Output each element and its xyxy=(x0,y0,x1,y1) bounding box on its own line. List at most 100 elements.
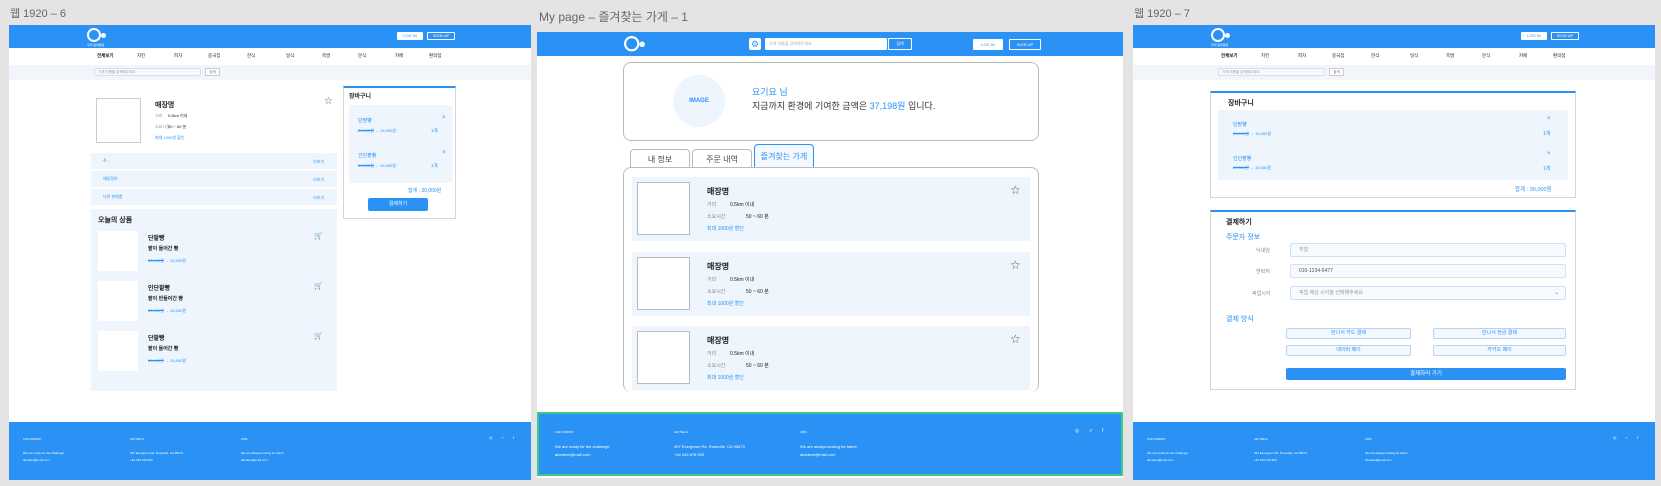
new-price: 15,000원 xyxy=(1255,131,1272,136)
new-price: 15,000원 xyxy=(1255,165,1272,170)
checkout-frame: 우리 동네빵집 LOG IN SIGN UP 전체보기 치킨 피자 중국집 한식… xyxy=(1133,25,1655,480)
go-to-payment-button[interactable]: 결제하러 가기 xyxy=(1286,368,1566,380)
cart-qty[interactable]: 1개 xyxy=(1543,165,1550,172)
cart-qty[interactable]: 1개 xyxy=(431,163,438,169)
login-button[interactable]: LOG IN xyxy=(397,32,423,40)
favorite-store-row[interactable] xyxy=(632,177,1030,241)
kakao-pay-button[interactable]: 카카오 페이 xyxy=(1433,345,1566,356)
nav-item[interactable]: 편의점 xyxy=(1553,53,1565,59)
remove-icon[interactable]: × xyxy=(442,115,446,121)
tab-my-info[interactable]: 내 정보 xyxy=(630,149,690,168)
nav-item[interactable]: 한식 xyxy=(1371,53,1379,59)
favorite-star-icon[interactable]: ☆ xyxy=(1010,259,1021,271)
search-button[interactable]: 검색 xyxy=(205,68,220,76)
product-image xyxy=(98,331,138,371)
cart-icon[interactable]: 🛒 xyxy=(314,233,323,240)
nav-item[interactable]: 피자 xyxy=(1298,53,1306,59)
pickup-time-select[interactable]: 픽업 예상 시각을 선택해주세요 ⌄ xyxy=(1290,286,1566,300)
instagram-icon[interactable]: ◎ xyxy=(1075,428,1079,434)
new-price: 15,000원 xyxy=(380,163,397,168)
nav-item[interactable]: 일식 xyxy=(1410,53,1418,59)
twitter-icon[interactable]: ✓ xyxy=(1625,435,1628,440)
nav-item[interactable]: 치킨 xyxy=(137,53,145,59)
nav-item[interactable]: 카페 xyxy=(395,53,403,59)
old-price: 20,000원 xyxy=(148,358,164,363)
discount-text: 최대 1000원 할인 xyxy=(155,135,185,140)
cart-title: 장바구니 xyxy=(349,94,372,100)
cart-icon[interactable]: 🛒 xyxy=(314,283,323,290)
price-arrow: → xyxy=(1250,165,1255,170)
search-button[interactable]: 검색 xyxy=(1329,68,1344,76)
price-arrow: → xyxy=(375,163,380,168)
twitter-icon[interactable]: ✓ xyxy=(501,435,504,440)
signup-button[interactable]: SIGN UP xyxy=(427,32,455,40)
remove-icon[interactable]: × xyxy=(1547,151,1551,157)
signup-button[interactable]: SIGN UP xyxy=(1009,39,1041,50)
old-price: 20,000원 xyxy=(358,128,374,133)
store-image xyxy=(637,257,690,310)
nav-item[interactable]: 족발 xyxy=(1446,53,1454,59)
nav-item[interactable]: 분식 xyxy=(1482,53,1490,59)
instagram-icon[interactable]: ◎ xyxy=(489,435,493,440)
info-row[interactable]: 매장정보 더보기 xyxy=(91,171,337,187)
product-name: 단팥빵 xyxy=(148,336,165,342)
checkout-button[interactable]: 결제하기 xyxy=(368,198,428,211)
nav-item[interactable]: 족발 xyxy=(322,53,330,59)
cart-qty[interactable]: 1개 xyxy=(1543,130,1550,137)
nav-item[interactable]: 편의점 xyxy=(429,53,441,59)
distance-label: 거리 xyxy=(155,113,163,118)
pay-card-button[interactable]: 만나서 카드 결제 xyxy=(1286,328,1411,339)
login-button[interactable]: LOG IN xyxy=(973,39,1003,50)
nav-item[interactable]: 한식 xyxy=(247,53,255,59)
facebook-icon[interactable]: f xyxy=(513,435,514,440)
nav-item[interactable]: 피자 xyxy=(174,53,182,59)
distance-value: 0.5km 이내 xyxy=(730,202,755,208)
cart-icon[interactable]: 🛒 xyxy=(314,333,323,340)
instagram-icon[interactable]: ◎ xyxy=(1613,435,1617,440)
naver-pay-button[interactable]: 네이버 페이 xyxy=(1286,345,1411,356)
favorite-star-icon[interactable]: ☆ xyxy=(1010,333,1021,345)
nav-item[interactable]: 분식 xyxy=(358,53,366,59)
signup-button[interactable]: SIGN UP xyxy=(1551,32,1579,40)
search-button[interactable]: 검색 xyxy=(888,38,912,50)
login-button[interactable]: LOG IN xyxy=(1521,32,1547,40)
tab-order-history[interactable]: 주문 내역 xyxy=(692,149,752,168)
settings-icon[interactable]: ⚙ xyxy=(749,38,761,50)
price-arrow: → xyxy=(165,358,170,363)
nav-item[interactable]: 전체보기 xyxy=(1221,53,1238,59)
avatar: IMAGE xyxy=(673,75,725,127)
price-arrow: → xyxy=(165,308,170,313)
nav-item[interactable]: 중국집 xyxy=(208,53,220,59)
info-row[interactable]: 주... 더보기 xyxy=(91,153,337,169)
time-value: 50 ~ 60 분 xyxy=(168,124,187,129)
pay-cash-button[interactable]: 만나서 현금 결제 xyxy=(1433,328,1566,339)
cart-qty[interactable]: 1개 xyxy=(431,128,438,134)
favorite-star-icon[interactable]: ☆ xyxy=(1010,184,1021,196)
store-image xyxy=(637,331,690,384)
info-row[interactable]: 다른 판매품 더보기 xyxy=(91,189,337,205)
remove-icon[interactable]: × xyxy=(442,150,446,156)
chevron-down-icon: ⌄ xyxy=(1553,290,1559,296)
price-arrow: → xyxy=(375,128,380,133)
nickname-field[interactable]: 쭈얼 xyxy=(1290,243,1566,257)
nav-item[interactable]: 일식 xyxy=(286,53,294,59)
distance-value: 0.5km 이내 xyxy=(730,351,755,357)
facebook-icon[interactable]: f xyxy=(1637,435,1638,440)
favorite-store-row[interactable] xyxy=(632,252,1030,316)
distance-value: 0.5km 이내 xyxy=(730,277,755,283)
phone-field[interactable]: 010-1234-6477 xyxy=(1290,264,1566,278)
nav-item[interactable]: 중국집 xyxy=(1332,53,1344,59)
remove-icon[interactable]: × xyxy=(1547,116,1551,122)
time-label: 소요시간 xyxy=(707,214,726,220)
nav-item[interactable]: 치킨 xyxy=(1261,53,1269,59)
tab-favorite-stores[interactable]: 즐겨찾는 가게 xyxy=(754,144,814,168)
nav-item[interactable]: 전체보기 xyxy=(97,53,114,59)
nav-item[interactable]: 카페 xyxy=(1519,53,1527,59)
facebook-icon[interactable]: f xyxy=(1102,428,1103,434)
search-input[interactable]: 가게 이름을 검색해주세요 xyxy=(765,38,887,50)
favorite-store-row[interactable] xyxy=(632,326,1030,390)
search-input[interactable]: 가게 이름을 검색해주세요 xyxy=(94,68,201,76)
twitter-icon[interactable]: ✓ xyxy=(1089,428,1093,434)
search-input[interactable]: 가게 이름을 검색해주세요 xyxy=(1218,68,1325,76)
favorite-star-icon[interactable]: ☆ xyxy=(324,97,333,107)
